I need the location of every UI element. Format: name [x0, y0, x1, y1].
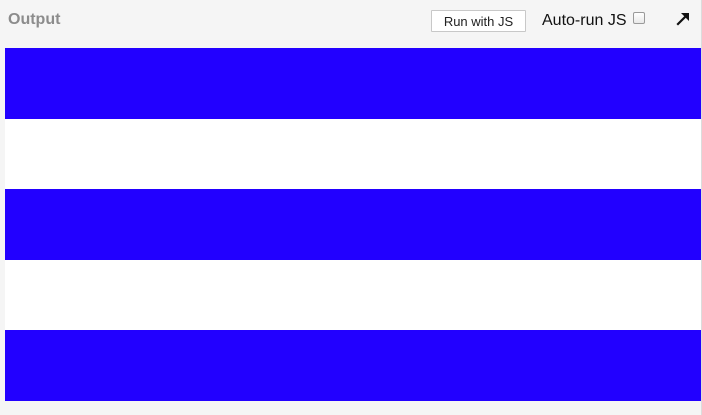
stripe-2: [5, 119, 701, 190]
autorun-checkbox[interactable]: [633, 12, 646, 24]
stripe-1: [5, 48, 701, 119]
stripe-3: [5, 189, 701, 260]
panel-title: Output: [8, 11, 61, 28]
output-frame: [5, 48, 701, 401]
popout-svg: [676, 13, 689, 26]
stripe-5: [5, 330, 701, 401]
output-panel: Output Run with JS Auto-run JS: [0, 0, 702, 415]
output-header: Output Run with JS Auto-run JS: [0, 0, 701, 40]
autorun-label: Auto-run JS: [542, 12, 627, 29]
arrow-up-right-icon[interactable]: [674, 10, 692, 28]
autorun-toggle[interactable]: Auto-run JS: [542, 10, 646, 32]
run-with-js-button[interactable]: Run with JS: [431, 10, 526, 32]
stripe-4: [5, 260, 701, 331]
